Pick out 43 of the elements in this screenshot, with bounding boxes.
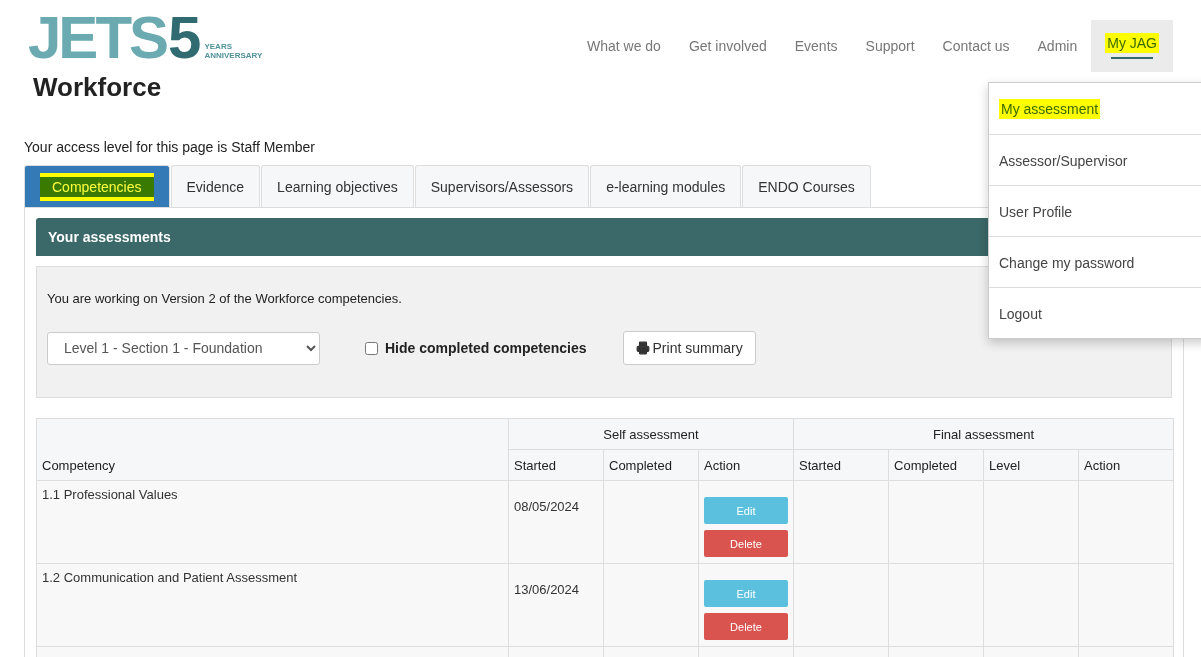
print-summary-button[interactable]: Print summary <box>622 331 756 365</box>
nav-link[interactable]: Support <box>851 20 929 72</box>
column-header: Started <box>508 449 604 481</box>
nav-link[interactable]: My JAG <box>1091 20 1173 72</box>
delete-button[interactable]: Delete <box>704 613 788 640</box>
tab[interactable]: Competencies <box>24 165 170 207</box>
tab[interactable]: Evidence <box>170 165 261 207</box>
menu-item[interactable]: Assessor/Supervisor <box>989 134 1201 185</box>
column-header: Completed <box>603 449 699 481</box>
nav-link[interactable]: What we do <box>572 20 675 72</box>
nav-link[interactable]: Contact us <box>928 20 1024 72</box>
nav-link[interactable]: Admin <box>1023 20 1092 72</box>
tab[interactable]: ENDO Courses <box>742 165 871 207</box>
nav-link[interactable]: Events <box>780 20 852 72</box>
column-header: Started <box>793 449 889 481</box>
logo-number: 5 <box>168 12 202 64</box>
tab[interactable]: Learning objectives <box>261 165 414 207</box>
hide-completed-checkbox[interactable] <box>365 341 378 355</box>
checkbox-label: Hide completed competencies <box>385 340 587 356</box>
start-date: 08/05/2024 <box>514 499 580 514</box>
printer-icon <box>635 341 650 355</box>
logo-tagline: YEARS ANNIVERSARY <box>204 41 263 60</box>
column-header: Action <box>1078 449 1174 481</box>
version-text: You are working on Version 2 of the Workforce competencies. <box>47 291 403 306</box>
column-header: Action <box>698 449 794 481</box>
tab[interactable]: Supervisors/Assessors <box>414 165 590 207</box>
column-group-header: Self assessment <box>508 418 794 450</box>
start-date: 13/06/2024 <box>514 582 580 597</box>
competency-name: 1.2 Communication and Patient Assessment <box>42 570 298 585</box>
column-header: Level <box>983 449 1079 481</box>
nav-link[interactable]: Get involved <box>674 20 781 72</box>
tab[interactable]: e-learning modules <box>590 165 742 207</box>
access-level-text: Your access level for this page is Staff Member <box>24 139 316 155</box>
competency-name: 1.1 Professional Values <box>42 487 178 502</box>
column-header: Competency <box>36 418 509 481</box>
logo-text: JETS <box>28 12 167 64</box>
menu-item[interactable]: My assessment <box>989 83 1201 134</box>
column-header: Completed <box>888 449 984 481</box>
section-select[interactable]: Level 1 - Section 1 - Foundation <box>47 331 320 365</box>
column-group-header: Final assessment <box>793 418 1174 450</box>
logo-subtitle: Workforce <box>33 72 163 103</box>
menu-item[interactable]: Logout <box>989 287 1201 338</box>
delete-button[interactable]: Delete <box>704 530 788 557</box>
